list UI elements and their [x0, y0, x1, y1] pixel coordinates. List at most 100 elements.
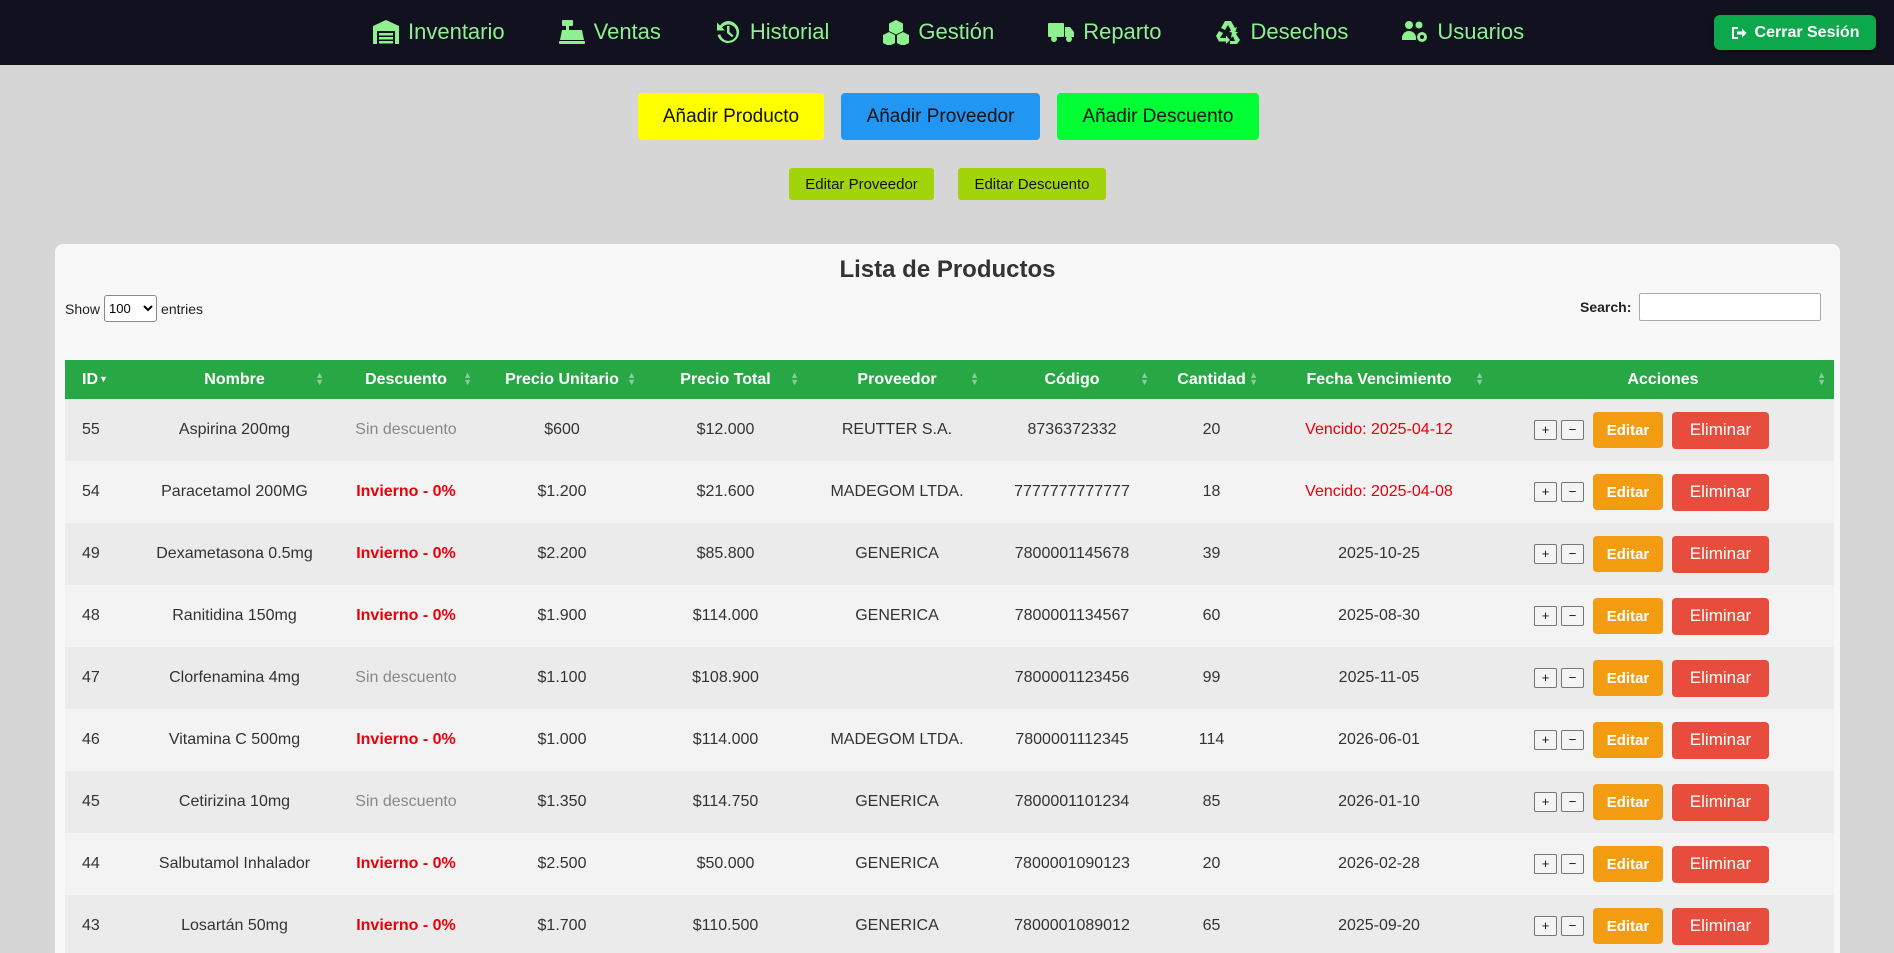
cell-nombre: Dexametasona 0.5mg [156, 545, 313, 562]
column-header-label: Código [1044, 370, 1100, 388]
delete-button[interactable]: Eliminar [1672, 473, 1769, 511]
nav-item-usuarios[interactable]: Usuarios [1401, 19, 1524, 45]
column-header-label: Precio Unitario [505, 370, 619, 388]
increase-quantity-button[interactable]: + [1534, 854, 1557, 874]
column-header-cantidad[interactable]: Cantidad ▲ ▼ [1157, 360, 1266, 399]
row-actions: + − Editar Eliminar [1492, 411, 1834, 449]
decrease-quantity-button[interactable]: − [1561, 792, 1584, 812]
edit-button[interactable]: Editar [1593, 598, 1663, 634]
nav-item-ventas[interactable]: Ventas [558, 19, 661, 45]
nav-item-historial[interactable]: Historial [714, 19, 829, 45]
add-supplier-button[interactable]: Añadir Proveedor [841, 93, 1040, 140]
edit-button[interactable]: Editar [1593, 474, 1663, 510]
row-actions: + − Editar Eliminar [1492, 597, 1834, 635]
edit-button[interactable]: Editar [1593, 784, 1663, 820]
nav-item-desechos[interactable]: Desechos [1214, 19, 1348, 45]
increase-quantity-button[interactable]: + [1534, 792, 1557, 812]
cell-nombre: Aspirina 200mg [178, 421, 291, 438]
edit-supplier-button[interactable]: Editar Proveedor [789, 168, 934, 200]
add-discount-button[interactable]: Añadir Descuento [1057, 93, 1259, 140]
increase-quantity-button[interactable]: + [1534, 668, 1557, 688]
sort-icon: ▲ ▼ [627, 370, 636, 387]
delete-button[interactable]: Eliminar [1672, 597, 1769, 635]
sort-icon: ▲ ▼ [1249, 370, 1258, 387]
cell-descuento: Sin descuento [355, 669, 457, 686]
column-header-descuento[interactable]: Descuento ▲ ▼ [332, 360, 480, 399]
nav-item-inventario[interactable]: Inventario [372, 19, 505, 45]
delete-button[interactable]: Eliminar [1672, 907, 1769, 945]
column-header-label: Cantidad [1177, 370, 1246, 388]
column-header-nombre[interactable]: Nombre ▲ ▼ [137, 360, 332, 399]
nav-item-label: Reparto [1083, 18, 1162, 44]
search-input[interactable] [1639, 293, 1822, 321]
logout-button[interactable]: Cerrar Sesión [1714, 15, 1876, 50]
cell-descuento: Sin descuento [355, 793, 457, 810]
cell-cantidad: 114 [1198, 731, 1225, 748]
show-label: Show [65, 300, 101, 317]
decrease-quantity-button[interactable]: − [1561, 854, 1584, 874]
column-header-codigo[interactable]: Código ▲ ▼ [987, 360, 1157, 399]
cell-cantidad: 99 [1202, 669, 1221, 686]
edit-button[interactable]: Editar [1593, 722, 1663, 758]
cell-fecha-vencimiento: 2025-09-20 [1338, 917, 1420, 934]
cell-fecha-vencimiento: 2025-11-05 [1338, 669, 1420, 686]
increase-quantity-button[interactable]: + [1534, 420, 1557, 440]
decrease-quantity-button[interactable]: − [1561, 482, 1584, 502]
decrease-quantity-button[interactable]: − [1561, 606, 1584, 626]
cell-descuento: Invierno - 0% [356, 607, 456, 624]
cell-cantidad: 65 [1202, 917, 1221, 934]
edit-discount-button[interactable]: Editar Descuento [958, 168, 1106, 200]
decrease-quantity-button[interactable]: − [1561, 668, 1584, 688]
cell-codigo: 7800001134567 [1014, 607, 1130, 624]
delete-button[interactable]: Eliminar [1672, 659, 1769, 697]
column-header-acciones[interactable]: Acciones ▲ ▼ [1492, 360, 1834, 399]
cell-cantidad: 85 [1202, 793, 1221, 810]
column-header-id[interactable]: ID ▼ [65, 360, 137, 399]
cell-acciones: + − Editar Eliminar [1492, 833, 1834, 895]
decrease-quantity-button[interactable]: − [1561, 544, 1584, 564]
cell-acciones: + − Editar Eliminar [1492, 461, 1834, 523]
column-header-fecha-vencimiento[interactable]: Fecha Vencimiento ▲ ▼ [1266, 360, 1492, 399]
edit-button[interactable]: Editar [1593, 412, 1663, 448]
cell-precio-unitario: $2.200 [537, 545, 587, 562]
delete-button[interactable]: Eliminar [1672, 721, 1769, 759]
increase-quantity-button[interactable]: + [1534, 544, 1557, 564]
add-product-button[interactable]: Añadir Producto [638, 93, 824, 140]
delete-button[interactable]: Eliminar [1672, 845, 1769, 883]
table-row: 55 Aspirina 200mg Sin descuento $600 $12.000… [65, 399, 1834, 461]
nav-item-reparto[interactable]: Reparto [1047, 19, 1161, 45]
increase-quantity-button[interactable]: + [1534, 606, 1557, 626]
column-header-label: Fecha Vencimiento [1306, 370, 1452, 388]
column-header-precio-total[interactable]: Precio Total ▲ ▼ [644, 360, 807, 399]
edit-button[interactable]: Editar [1593, 908, 1663, 944]
increase-quantity-button[interactable]: + [1534, 916, 1557, 936]
table-row: 46 Vitamina C 500mg Invierno - 0% $1.000 $11… [65, 709, 1834, 771]
nav-item-gestion[interactable]: Gestión [882, 19, 994, 45]
sort-icon: ▲ ▼ [790, 370, 799, 387]
delete-button[interactable]: Eliminar [1672, 783, 1769, 821]
edit-button[interactable]: Editar [1593, 660, 1663, 696]
edit-button[interactable]: Editar [1593, 536, 1663, 572]
cell-proveedor [807, 647, 987, 709]
decrease-quantity-button[interactable]: − [1561, 730, 1584, 750]
column-header-precio-unitario[interactable]: Precio Unitario ▲ ▼ [480, 360, 644, 399]
decrease-quantity-button[interactable]: − [1561, 420, 1584, 440]
column-header-label: Descuento [365, 370, 447, 388]
cell-precio-total: $114.000 [692, 607, 759, 624]
delete-button[interactable]: Eliminar [1672, 535, 1769, 573]
increase-quantity-button[interactable]: + [1534, 730, 1557, 750]
cell-codigo: 7800001101234 [1014, 793, 1130, 810]
column-header-proveedor[interactable]: Proveedor ▲ ▼ [807, 360, 987, 399]
cell-precio-total: $108.900 [692, 669, 759, 686]
delete-button[interactable]: Eliminar [1672, 411, 1769, 449]
sort-icon: ▲ ▼ [970, 370, 979, 387]
row-actions: + − Editar Eliminar [1492, 783, 1834, 821]
page-size-select[interactable]: 100 [104, 295, 158, 322]
edit-button[interactable]: Editar [1593, 846, 1663, 882]
cell-codigo: 7800001123456 [1014, 669, 1130, 686]
decrease-quantity-button[interactable]: − [1561, 916, 1584, 936]
table-row: 47 Clorfenamina 4mg Sin descuento $1.100 $10… [65, 647, 1834, 709]
increase-quantity-button[interactable]: + [1534, 482, 1557, 502]
sort-icon: ▲ ▼ [315, 370, 324, 387]
cell-precio-total: $110.500 [692, 917, 759, 934]
